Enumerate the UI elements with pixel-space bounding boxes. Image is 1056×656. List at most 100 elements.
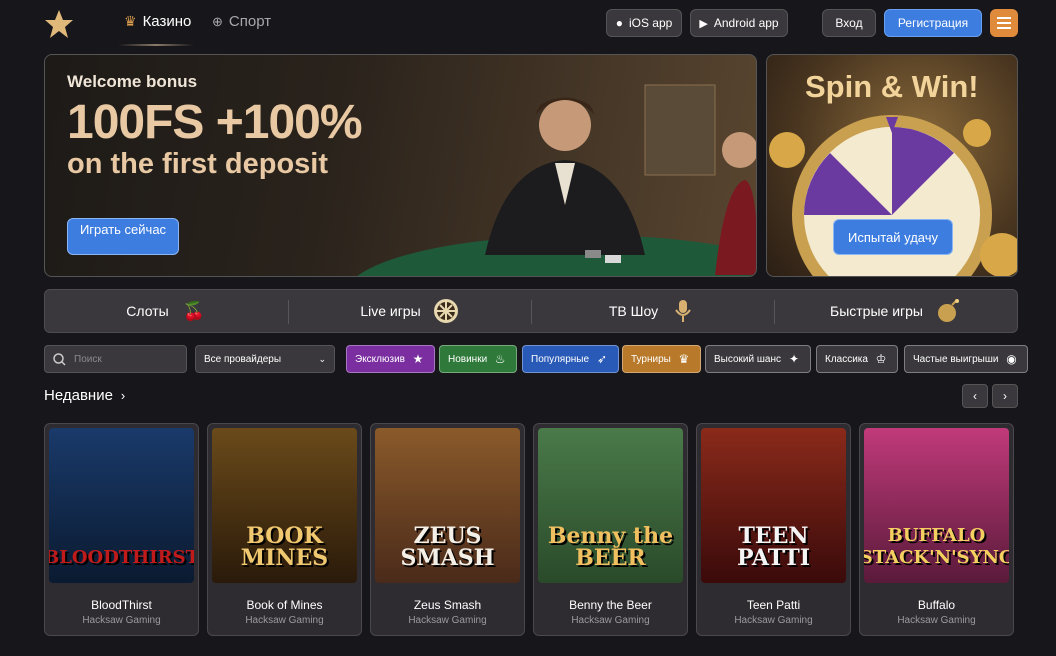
banner-subtitle: Welcome bonus xyxy=(67,72,198,91)
chevron-right-icon: › xyxy=(120,388,126,403)
microphone-icon xyxy=(675,300,691,322)
filter-new[interactable]: Новинки ♨ xyxy=(439,345,518,373)
menu-icon xyxy=(997,17,1011,29)
roulette-icon xyxy=(433,299,458,323)
android-app-button[interactable]: ▶ Android app xyxy=(690,9,788,37)
chevron-right-icon: › xyxy=(1003,389,1007,403)
game-thumbnail-art: TEEN PATTI xyxy=(736,523,811,571)
game-name: Teen Patti xyxy=(746,598,801,612)
apple-icon: ● xyxy=(615,16,623,30)
filter-classic-label: Классика xyxy=(825,353,868,365)
trophy-icon: ♛ xyxy=(678,352,690,366)
filter-row: Все провайдеры ⌄ Эксклюзив ★ Новинки ♨ П… xyxy=(44,345,1056,373)
filter-frequent-label: Частые выигрыши xyxy=(913,353,999,365)
game-thumbnail[interactable]: BOOK MINES xyxy=(212,428,357,583)
nav-sport-label: Спорт xyxy=(228,13,272,30)
game-name: Buffalo xyxy=(917,598,956,612)
game-thumbnail[interactable]: ZEUS SMASH xyxy=(375,428,520,583)
welcome-bonus-banner[interactable]: Welcome bonus 100FS +100% on the first d… xyxy=(44,54,757,277)
android-app-label: Android app xyxy=(713,16,779,30)
game-thumbnail-art: Benny the BEER xyxy=(547,523,674,571)
game-thumbnail-art: BOOK MINES xyxy=(240,523,329,571)
game-name: Zeus Smash xyxy=(413,598,482,612)
search-box[interactable] xyxy=(44,345,187,373)
game-card[interactable]: BOOK MINES Book of Mines Hacksaw Gaming xyxy=(207,423,362,636)
register-label: Регистрация xyxy=(897,16,969,30)
star-logo-icon[interactable] xyxy=(44,9,74,39)
filter-frequent-wins[interactable]: Частые выигрыши ◉ xyxy=(904,345,1029,373)
search-icon xyxy=(53,352,66,366)
nav-sport[interactable]: ⊕ Спорт xyxy=(212,13,271,30)
game-thumbnail-art: BUFFALO STACK'N'SYNC xyxy=(864,525,1009,568)
game-card[interactable]: TEEN PATTI Teen Patti Hacksaw Gaming xyxy=(696,423,851,636)
game-provider: Hacksaw Gaming xyxy=(571,615,650,626)
try-luck-button[interactable]: Испытай удачу xyxy=(833,219,953,255)
carousel-prev-button[interactable]: ‹ xyxy=(962,384,988,408)
star-icon: ★ xyxy=(412,352,424,366)
recent-section-title: Недавние xyxy=(44,387,113,404)
game-provider: Hacksaw Gaming xyxy=(82,615,161,626)
chevron-left-icon: ‹ xyxy=(973,389,977,403)
chips-icon: ✦ xyxy=(788,352,799,366)
bomb-icon xyxy=(937,299,959,322)
game-thumbnail[interactable]: TEEN PATTI xyxy=(701,428,846,583)
game-thumbnail-art: ZEUS SMASH xyxy=(400,523,495,571)
carousel-next-button[interactable]: › xyxy=(992,384,1018,408)
nav-casino-label: Казино xyxy=(142,13,192,30)
category-slots[interactable]: Слоты 🍒 xyxy=(45,290,288,332)
filter-exclusive-label: Эксклюзив xyxy=(355,353,405,365)
recent-section-header[interactable]: Недавние › xyxy=(44,387,125,404)
spin-win-banner[interactable]: Spin & Win! Испытай удачу xyxy=(766,54,1018,277)
globe-icon: ⊕ xyxy=(212,13,223,29)
ios-app-label: iOS app xyxy=(628,16,673,30)
providers-select[interactable]: Все провайдеры ⌄ xyxy=(195,345,335,373)
cherry-icon: 🍒 xyxy=(182,300,205,321)
hamburger-menu-button[interactable] xyxy=(990,9,1018,37)
filter-high-chance[interactable]: Высокий шанс ✦ xyxy=(705,345,811,373)
category-slots-label: Слоты xyxy=(126,303,169,319)
ios-app-button[interactable]: ● iOS app xyxy=(606,9,682,37)
game-card[interactable]: BUFFALO STACK'N'SYNC Buffalo Hacksaw Gam… xyxy=(859,423,1014,636)
game-name: BloodThirst xyxy=(91,598,152,612)
game-card[interactable]: BLOODTHIRST BloodThirst Hacksaw Gaming xyxy=(44,423,199,636)
game-provider: Hacksaw Gaming xyxy=(245,615,324,626)
filter-high-chance-label: Высокий шанс xyxy=(714,353,781,365)
game-thumbnail[interactable]: Benny the BEER xyxy=(538,428,683,583)
crown-icon: ♔ xyxy=(875,352,887,366)
filter-new-label: Новинки xyxy=(448,353,488,365)
game-card[interactable]: ZEUS SMASH Zeus Smash Hacksaw Gaming xyxy=(370,423,525,636)
category-live[interactable]: Live игры xyxy=(288,290,531,332)
spin-win-title: Spin & Win! xyxy=(805,69,979,104)
filter-popular-label: Популярные xyxy=(531,353,590,365)
play-now-button[interactable]: Играть сейчас xyxy=(67,218,179,255)
game-name: Book of Mines xyxy=(246,598,323,612)
search-input[interactable] xyxy=(74,353,174,365)
category-tv-show[interactable]: ТВ Шоу xyxy=(531,290,774,332)
chevron-down-icon: ⌄ xyxy=(318,353,326,364)
nav-casino[interactable]: ♛ Казино xyxy=(124,13,191,30)
crown-icon: ♛ xyxy=(124,13,137,29)
login-label: Вход xyxy=(835,16,863,30)
category-fast-games[interactable]: Быстрые игры xyxy=(774,290,1017,332)
rocket-icon: ➶ xyxy=(597,352,608,366)
game-thumbnail[interactable]: BUFFALO STACK'N'SYNC xyxy=(864,428,1009,583)
coin-icon: ◉ xyxy=(1006,352,1017,366)
filter-tournaments[interactable]: Турниры ♛ xyxy=(622,345,701,373)
filter-classic[interactable]: Классика ♔ xyxy=(816,345,898,373)
filter-popular[interactable]: Популярные ➶ xyxy=(522,345,620,373)
register-button[interactable]: Регистрация xyxy=(884,9,982,37)
game-thumbnail[interactable]: BLOODTHIRST xyxy=(49,428,194,583)
category-bar: Слоты 🍒 Live игры ТВ Шоу Быстрые игры xyxy=(44,289,1018,333)
filter-exclusive[interactable]: Эксклюзив ★ xyxy=(346,345,435,373)
category-fast-label: Быстрые игры xyxy=(830,303,923,319)
category-tv-label: ТВ Шоу xyxy=(608,303,659,319)
play-store-icon: ▶ xyxy=(699,17,708,30)
game-thumbnail-art: BLOODTHIRST xyxy=(49,547,194,568)
game-name: Benny the Beer xyxy=(569,598,652,612)
game-card[interactable]: Benny the BEER Benny the Beer Hacksaw Ga… xyxy=(533,423,688,636)
nav-active-underline xyxy=(118,44,194,46)
category-live-label: Live игры xyxy=(360,303,421,319)
login-button[interactable]: Вход xyxy=(822,9,876,37)
game-provider: Hacksaw Gaming xyxy=(408,615,487,626)
filter-tournaments-label: Турниры xyxy=(631,353,671,365)
